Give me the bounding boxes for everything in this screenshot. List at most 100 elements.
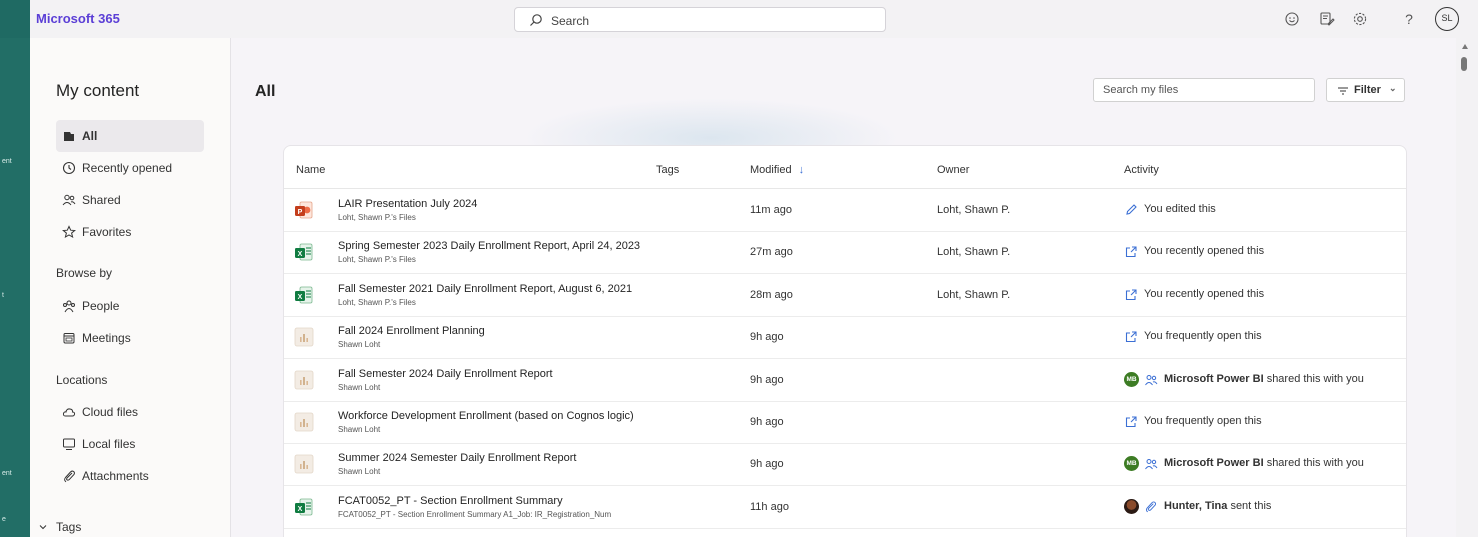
frame-text-fragment: t [2,292,4,299]
scrollbar-thumb[interactable] [1461,57,1467,71]
file-name[interactable]: Workforce Development Enrollment (based … [338,410,634,422]
paperclip-icon [1145,501,1157,513]
help-icon[interactable]: ? [1400,10,1418,28]
file-location: Shawn Loht [338,382,381,392]
open-external-icon [1125,246,1137,258]
file-name[interactable]: FCAT0052_PT - Section Enrollment Summary [338,495,563,507]
file-name[interactable]: Summer 2024 Semester Daily Enrollment Re… [338,452,576,464]
filter-button[interactable]: Filter ⌄ [1326,78,1405,102]
tags-heading: Tags [56,520,82,534]
file-name[interactable]: Fall Semester 2024 Daily Enrollment Repo… [338,368,553,380]
file-location: Shawn Loht [338,425,381,434]
user-avatar[interactable]: SL [1435,7,1459,31]
table-row[interactable]: Workforce Development Enrollment (based … [284,401,1406,444]
activity-actor: Hunter, Tina [1164,499,1228,512]
scrollbar[interactable] [1456,38,1478,537]
table-row[interactable]: P LAIR Presentation July 2024 Loht, Shawn … [284,189,1406,232]
table-row[interactable]: X Spring Semester 2023 Daily Enrollment R… [284,231,1406,275]
file-modified: 9h ago [750,331,784,344]
sidebar-item-people[interactable]: People [56,290,204,322]
browse-by-heading: Browse by [56,266,113,280]
app-title[interactable]: Microsoft 365 [36,11,120,26]
file-modified: 11m ago [750,204,792,216]
activity-text: You edited this [1144,203,1216,215]
sidebar-item-label: Cloud files [82,405,139,419]
sidebar-item-recently-opened[interactable]: Recently opened [56,152,204,184]
sidebar-item-cloud-files[interactable]: Cloud files [56,396,204,428]
sidebar-item-label: Local files [82,437,136,451]
activity-actor: Microsoft Power BI [1164,457,1264,470]
sidebar-item-attachments[interactable]: Attachments [56,460,204,492]
chevron-down-icon: ⌄ [1389,83,1397,93]
top-bar: Microsoft 365 Search ? SL [30,0,1478,39]
star-icon [62,225,76,239]
svg-text:P: P [298,209,303,216]
frame-text-fragment: ent [2,470,12,477]
column-header-label: Modified [750,164,792,176]
actor-avatar-badge: MB [1124,456,1139,472]
activity-text: Microsoft Power BI shared this with you [1164,373,1364,385]
sidebar-item-shared[interactable]: Shared [56,184,204,216]
svg-text:X: X [298,294,303,301]
frame-text-fragment: ent [2,158,12,165]
feedback-smiley-icon[interactable] [1283,10,1301,28]
frame-text-fragment: e [2,516,6,523]
main-content: All Search my files Filter ⌄ Name Tags M… [231,38,1456,537]
sidebar-item-label: Recently opened [82,161,173,175]
file-location: Loht, Shawn P.'s Files [338,255,416,265]
file-location: Loht, Shawn P.'s Files [338,297,416,307]
sidebar: My content All Recently opened Shared Fa… [30,38,231,537]
global-search-input[interactable]: Search [514,7,886,32]
sidebar-item-meetings[interactable]: Meetings [56,322,204,354]
file-location: FCAT0052_PT - Section Enrollment Summary… [338,509,612,519]
sidebar-item-label: Shared [82,193,121,207]
file-location: Shawn Loht [338,340,381,350]
activity-text: Microsoft Power BI shared this with you [1164,457,1364,469]
search-my-files-input[interactable]: Search my files [1093,78,1315,102]
file-location: Shawn Loht [338,467,381,477]
filter-icon [1338,87,1348,95]
table-row[interactable]: Fall Semester 2024 Daily Enrollment Repo… [284,359,1406,402]
people-group-icon [63,300,75,313]
table-row[interactable]: X Fall Semester 2021 Daily Enrollment Rep… [284,274,1406,317]
open-external-icon [1125,289,1137,300]
sidebar-item-all[interactable]: All [56,120,204,152]
sidebar-item-label: Meetings [82,331,131,345]
paperclip-icon [64,470,75,483]
powerbi-report-icon [294,327,314,347]
svg-text:X: X [298,506,303,513]
people-icon [62,194,76,206]
activity-text: You frequently open this [1144,330,1262,343]
table-row[interactable]: Summer 2024 Semester Daily Enrollment Re… [284,443,1406,487]
column-header-activity[interactable]: Activity [1124,164,1159,176]
activity-action: sent this [1230,499,1272,512]
column-header-modified[interactable]: Modified ↓ [750,164,804,176]
column-header-tags[interactable]: Tags [656,164,679,176]
column-header-owner[interactable]: Owner [937,164,969,176]
sidebar-item-favorites[interactable]: Favorites [56,216,204,248]
table-row[interactable]: Fall 2024 Enrollment Planning Shawn Loht 9… [284,316,1406,360]
file-name[interactable]: Fall 2024 Enrollment Planning [338,325,485,337]
activity-text: Hunter, Tina sent this [1164,500,1271,512]
search-placeholder: Search [551,14,590,28]
cloud-icon [62,408,76,417]
page-title: All [255,83,276,100]
table-row[interactable]: X FCAT0052_PT - Section Enrollment Summar… [284,486,1406,529]
file-name[interactable]: LAIR Presentation July 2024 [338,198,477,210]
file-owner: Loht, Shawn P. [937,246,1011,259]
notes-pen-icon[interactable] [1318,10,1336,28]
activity-action: shared this with you [1266,457,1364,470]
all-files-icon [64,132,74,141]
file-name[interactable]: Spring Semester 2023 Daily Enrollment Re… [338,240,640,252]
column-header-name[interactable]: Name [296,164,325,176]
scroll-up-arrow-icon[interactable] [1462,44,1468,49]
excel-file-icon: X [295,243,313,261]
sidebar-item-label: People [82,299,120,313]
sidebar-item-local-files[interactable]: Local files [56,428,204,460]
file-modified: 9h ago [750,416,784,428]
file-modified: 28m ago [750,288,793,301]
activity-text: You recently opened this [1144,287,1265,300]
file-name[interactable]: Fall Semester 2021 Daily Enrollment Repo… [338,283,632,295]
settings-gear-icon[interactable] [1351,10,1369,28]
calendar-icon [63,333,75,344]
